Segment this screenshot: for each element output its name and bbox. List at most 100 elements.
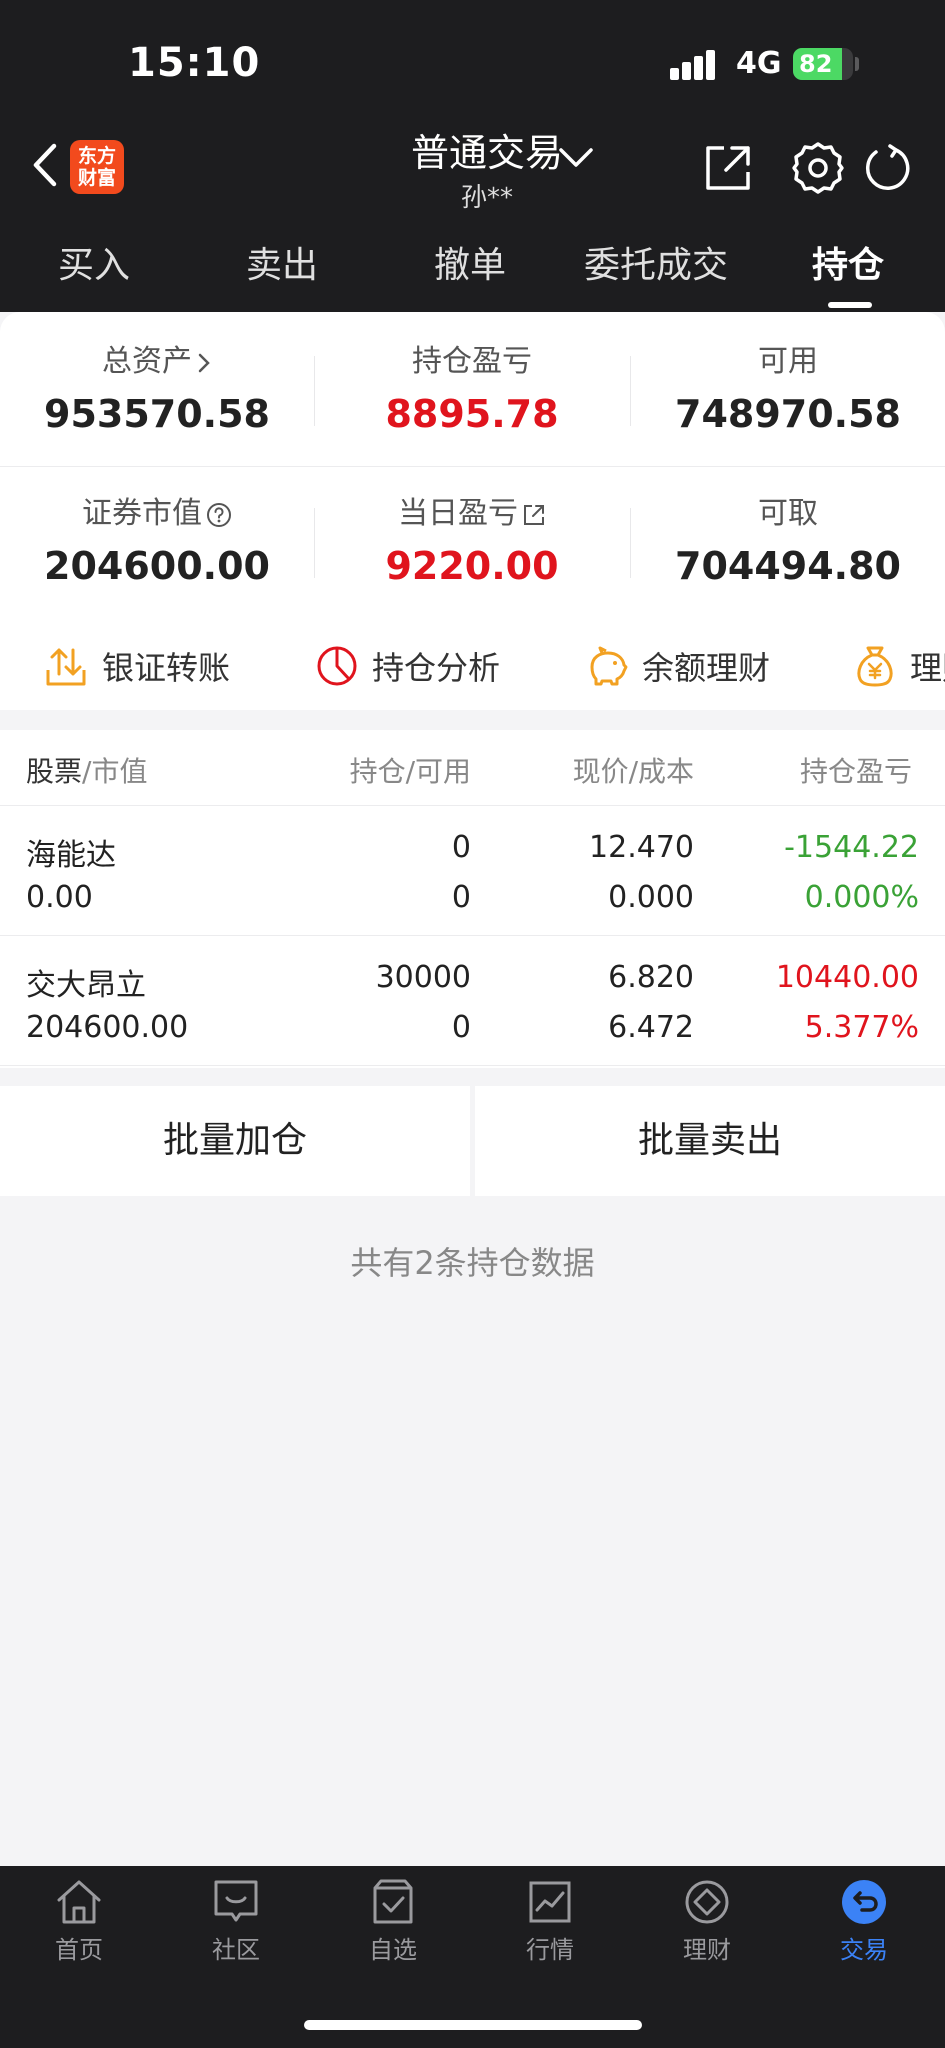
stock-available: 0 bbox=[451, 1010, 471, 1045]
transfer-icon bbox=[46, 648, 86, 686]
withdrawable-label: 可取 bbox=[758, 496, 818, 531]
quick-actions: 银证转账 持仓分析 余额理财 理财 bbox=[0, 630, 945, 702]
nav-watchlist-label: 自选 bbox=[369, 1936, 417, 1964]
header-stock-label: 股票 bbox=[26, 755, 83, 788]
quick-transfer[interactable]: 银证转账 bbox=[44, 630, 230, 702]
stock-position: 30000 bbox=[375, 960, 471, 995]
stock-price: 6.820 bbox=[608, 960, 694, 995]
nav-market[interactable]: 行情 bbox=[471, 1876, 629, 1965]
stock-market-value: 204600.00 bbox=[26, 1010, 189, 1045]
stock-pnl-pct: 0.000% bbox=[804, 880, 919, 915]
position-pnl: 持仓盈亏 8895.78 bbox=[315, 342, 629, 436]
stock-cost: 0.000 bbox=[608, 880, 694, 915]
tab-buy[interactable]: 买入 bbox=[58, 236, 130, 288]
position-pnl-value: 8895.78 bbox=[385, 392, 559, 436]
batch-sell-button[interactable]: 批量卖出 bbox=[475, 1086, 945, 1196]
header-position[interactable]: 持仓/可用 bbox=[350, 750, 471, 790]
stock-name: 海能达 bbox=[26, 838, 116, 873]
stock-pnl-pct: 5.377% bbox=[804, 1010, 919, 1045]
market-value-value: 204600.00 bbox=[44, 544, 270, 588]
gear-icon[interactable] bbox=[790, 140, 846, 196]
holdings-table: 股票/市值 持仓/可用 现价/成本 持仓盈亏 海能达 0.00 0 0 12.4… bbox=[0, 730, 945, 1068]
total-assets-value: 953570.58 bbox=[44, 392, 270, 436]
chevron-right-icon bbox=[198, 353, 210, 372]
withdrawable-funds: 可取 704494.80 bbox=[631, 494, 945, 588]
tab-positions[interactable]: 持仓 bbox=[812, 236, 884, 288]
trade-tabs: 买入 卖出 撤单 委托成交 持仓 bbox=[0, 236, 945, 302]
withdrawable-value: 704494.80 bbox=[675, 544, 901, 588]
tab-cancel[interactable]: 撤单 bbox=[434, 236, 506, 288]
logo-text-line1: 东方 bbox=[77, 145, 116, 167]
nav-wealth-label: 理财 bbox=[683, 1936, 731, 1964]
table-row[interactable]: 交大昂立 204600.00 30000 0 6.820 6.472 10440… bbox=[0, 936, 945, 1066]
stock-pnl: 10440.00 bbox=[775, 960, 919, 995]
signal-icon bbox=[670, 50, 726, 80]
tab-sell[interactable]: 卖出 bbox=[246, 236, 318, 288]
total-assets-label: 总资产 bbox=[102, 344, 192, 379]
help-icon[interactable] bbox=[206, 502, 232, 528]
stock-name: 交大昂立 bbox=[26, 968, 146, 1003]
header-stock[interactable]: 股票/市值 bbox=[26, 750, 147, 790]
market-value-label: 证券市值 bbox=[82, 496, 202, 531]
stock-market-value: 0.00 bbox=[26, 880, 93, 915]
pie-chart-icon bbox=[317, 646, 357, 686]
stock-position: 0 bbox=[451, 830, 471, 865]
chevron-down-icon[interactable] bbox=[556, 140, 596, 174]
share-icon[interactable] bbox=[702, 142, 754, 194]
stock-pnl: -1544.22 bbox=[784, 830, 919, 865]
batch-add-button[interactable]: 批量加仓 bbox=[0, 1086, 470, 1196]
nav-home-label: 首页 bbox=[55, 1936, 103, 1964]
logo-text-line2: 财富 bbox=[77, 167, 116, 189]
money-bag-icon bbox=[857, 646, 893, 687]
available-label: 可用 bbox=[758, 344, 818, 379]
available-funds: 可用 748970.58 bbox=[631, 342, 945, 436]
nav-home[interactable]: 首页 bbox=[0, 1876, 158, 1965]
nav-trade[interactable]: 交易 bbox=[785, 1876, 943, 1965]
stock-price: 12.470 bbox=[589, 830, 694, 865]
stock-available: 0 bbox=[451, 880, 471, 915]
battery-level: 82 bbox=[799, 50, 833, 78]
market-icon bbox=[529, 1881, 571, 1923]
nav-community-label: 社区 bbox=[212, 1936, 260, 1964]
daily-pnl[interactable]: 当日盈亏 9220.00 bbox=[315, 494, 629, 588]
nav-community[interactable]: 社区 bbox=[157, 1876, 315, 1965]
refresh-icon[interactable] bbox=[862, 142, 912, 192]
table-row[interactable]: 海能达 0.00 0 0 12.470 0.000 -1544.22 0.000… bbox=[0, 806, 945, 936]
trade-icon bbox=[842, 1880, 886, 1924]
position-pnl-label: 持仓盈亏 bbox=[412, 344, 532, 379]
back-arrow-icon[interactable] bbox=[26, 140, 66, 190]
external-link-icon[interactable] bbox=[522, 503, 546, 527]
total-assets-label-row: 总资产 bbox=[0, 342, 314, 382]
table-header: 股票/市值 持仓/可用 现价/成本 持仓盈亏 bbox=[0, 730, 945, 806]
header-market-value-label: /市值 bbox=[82, 755, 148, 788]
account-summary: 总资产 953570.58 持仓盈亏 8895.78 可用 748970.58 … bbox=[0, 312, 945, 710]
total-assets[interactable]: 总资产 953570.58 bbox=[0, 342, 314, 436]
header-pnl[interactable]: 持仓盈亏 bbox=[800, 750, 912, 790]
quick-position-analysis[interactable]: 持仓分析 bbox=[316, 630, 500, 702]
wealth-icon bbox=[685, 1880, 729, 1924]
quick-wealth[interactable]: 理财 bbox=[854, 630, 945, 702]
battery-icon: 82 bbox=[793, 48, 853, 80]
daily-pnl-label-row: 当日盈亏 bbox=[315, 494, 629, 534]
quick-balance-wealth[interactable]: 余额理财 bbox=[584, 630, 770, 702]
nav-watchlist[interactable]: 自选 bbox=[314, 1876, 472, 1965]
quick-balance-wealth-label: 余额理财 bbox=[642, 649, 771, 687]
home-icon bbox=[57, 1880, 101, 1924]
account-name: 孙** bbox=[460, 183, 513, 213]
tab-orders[interactable]: 委托成交 bbox=[584, 236, 728, 288]
home-indicator bbox=[304, 2020, 642, 2030]
quick-position-analysis-label: 持仓分析 bbox=[372, 649, 501, 687]
nav-wealth[interactable]: 理财 bbox=[628, 1876, 786, 1965]
market-value-label-row: 证券市值 bbox=[0, 494, 314, 534]
community-icon bbox=[214, 1880, 258, 1922]
battery-cap bbox=[855, 57, 859, 71]
nav-market-label: 行情 bbox=[526, 1936, 574, 1964]
piggy-bank-icon bbox=[590, 646, 628, 686]
nav-trade-label: 交易 bbox=[840, 1936, 888, 1964]
stock-cost: 6.472 bbox=[608, 1010, 694, 1045]
summary-divider bbox=[0, 466, 945, 467]
header-price[interactable]: 现价/成本 bbox=[573, 750, 694, 790]
holdings-count-note: 共有2条持仓数据 bbox=[350, 1244, 595, 1282]
top-header: 15:10 4G 82 东方 财富 普通交易 孙** 买入 卖出 撤单 委托成交… bbox=[0, 0, 945, 312]
app-logo: 东方 财富 bbox=[70, 140, 124, 194]
